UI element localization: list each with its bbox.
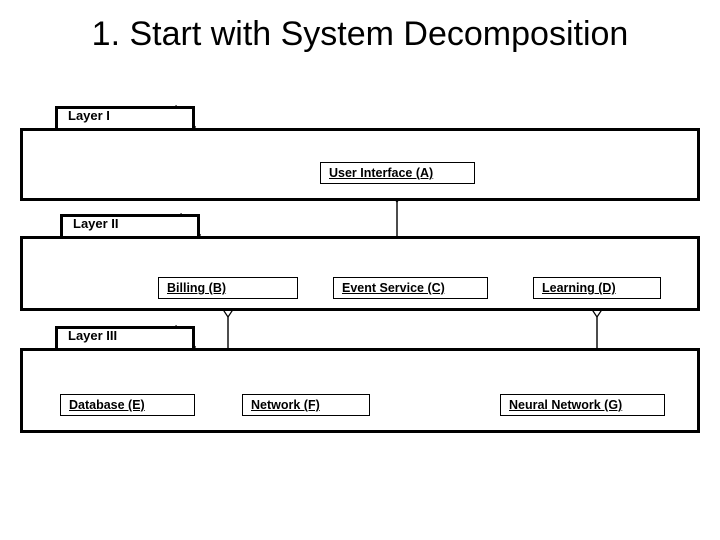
layer2-label: Layer II (73, 216, 119, 231)
layer3-label: Layer III (68, 328, 117, 343)
node-billing: Billing (B) (158, 277, 298, 299)
node-event-service: Event Service (C) (333, 277, 488, 299)
node-user-interface: User Interface (A) (320, 162, 475, 184)
node-database: Database (E) (60, 394, 195, 416)
layer2-box (20, 236, 700, 311)
layer1-label-top: Layer I (68, 108, 110, 123)
layer3-box (20, 348, 700, 433)
node-neural-network: Neural Network (G) (500, 394, 665, 416)
node-network: Network (F) (242, 394, 370, 416)
node-learning: Learning (D) (533, 277, 661, 299)
diagram-title: 1. Start with System Decomposition (0, 14, 720, 55)
